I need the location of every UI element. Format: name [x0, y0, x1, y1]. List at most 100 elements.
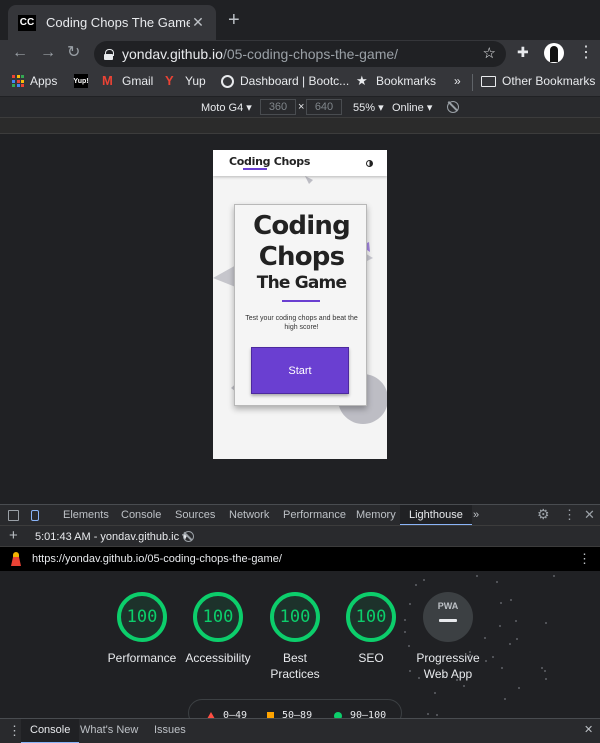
card-title-line1: Coding [253, 211, 351, 241]
decorative-dot [544, 677, 547, 680]
pwa-dash [439, 619, 457, 622]
device-toolbar-icon[interactable] [31, 510, 39, 521]
new-tab-button[interactable]: + [228, 10, 240, 30]
bookmark-yup[interactable]: Y Yup [165, 73, 206, 89]
zoom-select[interactable]: 55% ▾ [353, 101, 384, 114]
close-tab-icon[interactable]: ✕ [190, 14, 206, 31]
gauge-pwa[interactable]: PWA Progressive Web App [408, 592, 488, 682]
bookmark-label: Apps [30, 74, 58, 88]
back-arrow-icon[interactable]: ← [12, 43, 28, 63]
globe-icon [221, 74, 234, 88]
tab-lighthouse[interactable]: Lighthouse [400, 505, 472, 526]
app-header: Coding Chops [213, 150, 387, 176]
devtools-tab-bar: Elements Console Sources Network Perform… [0, 504, 600, 526]
gauge-label: Best Practices [270, 651, 320, 681]
decorative-dot [500, 602, 503, 605]
bookmarks-divider [472, 74, 473, 91]
bookmark-gmail[interactable]: M Gmail [102, 73, 153, 89]
report-select[interactable]: 5:01:43 AM - yondav.github.ic ▾ [35, 530, 188, 543]
rotate-icon[interactable] [447, 101, 459, 113]
tab-elements[interactable]: Elements [63, 505, 109, 526]
address-bar[interactable]: yondav.github.io/05-coding-chops-the-gam… [94, 41, 506, 67]
decorative-dot [544, 669, 546, 672]
decorative-dot [509, 599, 512, 602]
devtools-menu-icon[interactable]: ⋮ [563, 507, 576, 523]
decorative-dot [509, 643, 512, 646]
yup-icon: Y [165, 73, 174, 88]
gauge-seo[interactable]: 100 SEO [331, 592, 411, 666]
decorative-dot [501, 667, 504, 670]
settings-gear-icon[interactable]: ⚙ [537, 506, 550, 523]
gmail-icon: M [102, 73, 113, 88]
drawer-tab-whats-new[interactable]: What's New [80, 719, 138, 743]
bookmarks-overflow-chevron-icon[interactable]: » [454, 74, 461, 88]
site-favicon: CC [18, 14, 36, 31]
devtools-drawer: ⋮ Console What's New Issues ✕ [0, 718, 600, 743]
decorative-dot [499, 624, 501, 627]
bookmark-other[interactable]: Other Bookmarks [481, 74, 595, 88]
report-menu-icon[interactable]: ⋮ [578, 551, 591, 567]
bookmark-star-icon[interactable]: ☆ [483, 44, 496, 62]
device-select[interactable]: Moto G4 ▾ [201, 101, 252, 114]
new-report-plus-icon[interactable]: + [9, 527, 18, 544]
dimension-separator: × [298, 101, 305, 113]
inspect-element-icon[interactable] [8, 510, 19, 521]
media-query-bar [0, 118, 600, 134]
url-host: yondav.github.io [122, 46, 223, 62]
browser-menu-icon[interactable]: ⋮ [578, 42, 594, 62]
app-page: Coding Chops Coding Chops The Game Test … [213, 150, 387, 459]
report-url-link[interactable]: https://yondav.github.io/05-coding-chops… [32, 553, 282, 565]
welcome-card: Coding Chops The Game Test your coding c… [234, 204, 367, 406]
theme-toggle-icon[interactable] [366, 160, 373, 167]
decorative-dot [433, 692, 436, 695]
apps-grid-icon [12, 75, 24, 87]
bookmark-bookmarks[interactable]: ★ Bookmarks [356, 74, 437, 89]
decorative-dot [426, 713, 429, 716]
start-button[interactable]: Start [251, 347, 349, 394]
drawer-tab-console[interactable]: Console [21, 719, 80, 743]
yup-icon: Yup! [73, 74, 89, 88]
bookmark-yup-logo[interactable]: Yup! [73, 74, 94, 88]
card-title-line3: The Game [256, 273, 347, 293]
bookmark-label: Bookmarks [376, 74, 437, 88]
forward-arrow-icon[interactable]: → [40, 43, 56, 63]
decorative-dot [518, 687, 521, 690]
clear-reports-icon[interactable] [183, 531, 194, 542]
bookmark-apps[interactable]: Apps [12, 74, 57, 88]
browser-tab[interactable]: CC Coding Chops The Game ✕ [8, 5, 216, 40]
tab-sources[interactable]: Sources [175, 505, 215, 526]
tab-console[interactable]: Console [121, 505, 161, 526]
decorative-dot [552, 574, 555, 577]
tab-performance[interactable]: Performance [283, 505, 346, 526]
close-drawer-icon[interactable]: ✕ [584, 719, 593, 743]
pwa-badge-icon: PWA [423, 592, 473, 642]
gauge-performance[interactable]: 100 Performance [102, 592, 182, 666]
more-tabs-chevron-icon[interactable]: » [473, 505, 479, 526]
decorative-dot [503, 697, 506, 700]
viewport-height-input[interactable]: 640 [306, 99, 342, 115]
bookmark-label: Other Bookmarks [502, 74, 596, 88]
lighthouse-report-toolbar: + 5:01:43 AM - yondav.github.ic ▾ [0, 525, 600, 546]
legend-average: 50–89 [267, 710, 312, 718]
reload-icon[interactable]: ↻ [67, 43, 80, 63]
tab-memory[interactable]: Memory [356, 505, 396, 526]
pwa-badge-text: PWA [437, 601, 459, 611]
gauge-best-practices[interactable]: 100 Best Practices [255, 592, 335, 682]
viewport-width-input[interactable]: 360 [260, 99, 296, 115]
bookmark-dashboard[interactable]: Dashboard | Bootc... [221, 74, 349, 88]
decorative-dot [544, 622, 547, 625]
extensions-puzzle-icon[interactable]: ✚ [517, 44, 529, 61]
tab-network[interactable]: Network [229, 505, 269, 526]
gauge-accessibility[interactable]: 100 Accessibility [178, 592, 258, 666]
gauge-label: Accessibility [185, 651, 251, 665]
drawer-menu-icon[interactable]: ⋮ [8, 719, 21, 743]
close-devtools-icon[interactable]: ✕ [584, 507, 595, 523]
bookmark-label: Dashboard | Bootc... [240, 74, 350, 88]
profile-avatar[interactable] [544, 43, 564, 63]
app-logo[interactable]: Coding Chops [229, 155, 310, 168]
decorative-dot [541, 667, 544, 670]
network-throttle-select[interactable]: Online ▾ [392, 101, 432, 114]
drawer-tab-issues[interactable]: Issues [154, 719, 186, 743]
logo-underline [243, 168, 267, 170]
tab-title: Coding Chops The Game [46, 15, 190, 30]
